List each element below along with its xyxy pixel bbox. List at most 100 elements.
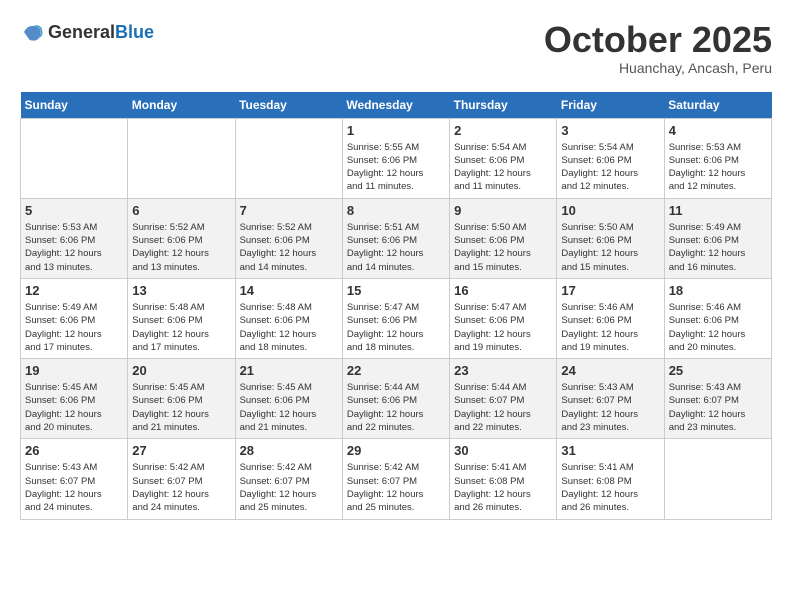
calendar-cell: 17 Sunrise: 5:46 AM Sunset: 6:06 PM Dayli… bbox=[557, 278, 664, 358]
day-number: 30 bbox=[454, 443, 552, 458]
day-number: 2 bbox=[454, 123, 552, 138]
day-detail: Sunrise: 5:45 AM Sunset: 6:06 PM Dayligh… bbox=[132, 381, 230, 434]
calendar-subtitle: Huanchay, Ancash, Peru bbox=[544, 60, 772, 76]
day-number: 10 bbox=[561, 203, 659, 218]
day-number: 29 bbox=[347, 443, 445, 458]
calendar-cell: 18 Sunrise: 5:46 AM Sunset: 6:06 PM Dayli… bbox=[664, 278, 771, 358]
calendar-week-row: 5 Sunrise: 5:53 AM Sunset: 6:06 PM Daylig… bbox=[21, 198, 772, 278]
day-detail: Sunrise: 5:45 AM Sunset: 6:06 PM Dayligh… bbox=[25, 381, 123, 434]
day-number: 22 bbox=[347, 363, 445, 378]
day-number: 16 bbox=[454, 283, 552, 298]
calendar-cell bbox=[664, 439, 771, 519]
day-detail: Sunrise: 5:42 AM Sunset: 6:07 PM Dayligh… bbox=[132, 461, 230, 514]
weekday-header-saturday: Saturday bbox=[664, 92, 771, 119]
day-detail: Sunrise: 5:44 AM Sunset: 6:06 PM Dayligh… bbox=[347, 381, 445, 434]
calendar-cell: 1 Sunrise: 5:55 AM Sunset: 6:06 PM Daylig… bbox=[342, 118, 449, 198]
day-detail: Sunrise: 5:45 AM Sunset: 6:06 PM Dayligh… bbox=[240, 381, 338, 434]
day-detail: Sunrise: 5:53 AM Sunset: 6:06 PM Dayligh… bbox=[669, 141, 767, 194]
calendar-cell: 11 Sunrise: 5:49 AM Sunset: 6:06 PM Dayli… bbox=[664, 198, 771, 278]
day-number: 17 bbox=[561, 283, 659, 298]
day-detail: Sunrise: 5:49 AM Sunset: 6:06 PM Dayligh… bbox=[25, 301, 123, 354]
day-detail: Sunrise: 5:48 AM Sunset: 6:06 PM Dayligh… bbox=[132, 301, 230, 354]
day-number: 20 bbox=[132, 363, 230, 378]
page-header: General Blue October 2025 Huanchay, Anca… bbox=[20, 20, 772, 76]
calendar-cell: 30 Sunrise: 5:41 AM Sunset: 6:08 PM Dayli… bbox=[450, 439, 557, 519]
logo-blue-text: Blue bbox=[115, 22, 154, 43]
day-detail: Sunrise: 5:52 AM Sunset: 6:06 PM Dayligh… bbox=[132, 221, 230, 274]
logo: General Blue bbox=[20, 20, 154, 44]
calendar-cell: 9 Sunrise: 5:50 AM Sunset: 6:06 PM Daylig… bbox=[450, 198, 557, 278]
calendar-cell: 28 Sunrise: 5:42 AM Sunset: 6:07 PM Dayli… bbox=[235, 439, 342, 519]
day-number: 26 bbox=[25, 443, 123, 458]
day-number: 15 bbox=[347, 283, 445, 298]
day-detail: Sunrise: 5:42 AM Sunset: 6:07 PM Dayligh… bbox=[240, 461, 338, 514]
calendar-week-row: 1 Sunrise: 5:55 AM Sunset: 6:06 PM Daylig… bbox=[21, 118, 772, 198]
calendar-cell: 25 Sunrise: 5:43 AM Sunset: 6:07 PM Dayli… bbox=[664, 359, 771, 439]
calendar-week-row: 26 Sunrise: 5:43 AM Sunset: 6:07 PM Dayli… bbox=[21, 439, 772, 519]
day-detail: Sunrise: 5:46 AM Sunset: 6:06 PM Dayligh… bbox=[561, 301, 659, 354]
day-number: 25 bbox=[669, 363, 767, 378]
calendar-cell bbox=[235, 118, 342, 198]
weekday-header-friday: Friday bbox=[557, 92, 664, 119]
day-number: 21 bbox=[240, 363, 338, 378]
day-detail: Sunrise: 5:50 AM Sunset: 6:06 PM Dayligh… bbox=[454, 221, 552, 274]
day-detail: Sunrise: 5:43 AM Sunset: 6:07 PM Dayligh… bbox=[669, 381, 767, 434]
calendar-cell: 2 Sunrise: 5:54 AM Sunset: 6:06 PM Daylig… bbox=[450, 118, 557, 198]
calendar-cell bbox=[128, 118, 235, 198]
day-detail: Sunrise: 5:48 AM Sunset: 6:06 PM Dayligh… bbox=[240, 301, 338, 354]
day-number: 1 bbox=[347, 123, 445, 138]
day-number: 27 bbox=[132, 443, 230, 458]
calendar-table: SundayMondayTuesdayWednesdayThursdayFrid… bbox=[20, 92, 772, 520]
day-number: 19 bbox=[25, 363, 123, 378]
day-number: 13 bbox=[132, 283, 230, 298]
day-number: 6 bbox=[132, 203, 230, 218]
day-detail: Sunrise: 5:42 AM Sunset: 6:07 PM Dayligh… bbox=[347, 461, 445, 514]
logo-general-text: General bbox=[48, 22, 115, 43]
day-detail: Sunrise: 5:51 AM Sunset: 6:06 PM Dayligh… bbox=[347, 221, 445, 274]
calendar-cell: 16 Sunrise: 5:47 AM Sunset: 6:06 PM Dayli… bbox=[450, 278, 557, 358]
weekday-header-row: SundayMondayTuesdayWednesdayThursdayFrid… bbox=[21, 92, 772, 119]
day-detail: Sunrise: 5:50 AM Sunset: 6:06 PM Dayligh… bbox=[561, 221, 659, 274]
day-number: 28 bbox=[240, 443, 338, 458]
calendar-cell: 4Sunrise: 5:53 AM Sunset: 6:06 PM Daylig… bbox=[664, 118, 771, 198]
calendar-cell: 8Sunrise: 5:51 AM Sunset: 6:06 PM Daylig… bbox=[342, 198, 449, 278]
weekday-header-monday: Monday bbox=[128, 92, 235, 119]
day-number: 12 bbox=[25, 283, 123, 298]
calendar-cell: 5 Sunrise: 5:53 AM Sunset: 6:06 PM Daylig… bbox=[21, 198, 128, 278]
day-detail: Sunrise: 5:54 AM Sunset: 6:06 PM Dayligh… bbox=[454, 141, 552, 194]
day-detail: Sunrise: 5:44 AM Sunset: 6:07 PM Dayligh… bbox=[454, 381, 552, 434]
calendar-cell: 7Sunrise: 5:52 AM Sunset: 6:06 PM Daylig… bbox=[235, 198, 342, 278]
day-number: 31 bbox=[561, 443, 659, 458]
day-number: 9 bbox=[454, 203, 552, 218]
calendar-cell: 14Sunrise: 5:48 AM Sunset: 6:06 PM Dayli… bbox=[235, 278, 342, 358]
day-number: 11 bbox=[669, 203, 767, 218]
day-detail: Sunrise: 5:46 AM Sunset: 6:06 PM Dayligh… bbox=[669, 301, 767, 354]
calendar-cell: 6 Sunrise: 5:52 AM Sunset: 6:06 PM Daylig… bbox=[128, 198, 235, 278]
day-detail: Sunrise: 5:43 AM Sunset: 6:07 PM Dayligh… bbox=[25, 461, 123, 514]
calendar-cell: 20 Sunrise: 5:45 AM Sunset: 6:06 PM Dayli… bbox=[128, 359, 235, 439]
day-detail: Sunrise: 5:47 AM Sunset: 6:06 PM Dayligh… bbox=[454, 301, 552, 354]
day-number: 18 bbox=[669, 283, 767, 298]
calendar-cell: 12 Sunrise: 5:49 AM Sunset: 6:06 PM Dayli… bbox=[21, 278, 128, 358]
calendar-cell: 3Sunrise: 5:54 AM Sunset: 6:06 PM Daylig… bbox=[557, 118, 664, 198]
calendar-cell: 15Sunrise: 5:47 AM Sunset: 6:06 PM Dayli… bbox=[342, 278, 449, 358]
weekday-header-thursday: Thursday bbox=[450, 92, 557, 119]
calendar-week-row: 12 Sunrise: 5:49 AM Sunset: 6:06 PM Dayli… bbox=[21, 278, 772, 358]
calendar-title: October 2025 bbox=[544, 20, 772, 60]
day-detail: Sunrise: 5:49 AM Sunset: 6:06 PM Dayligh… bbox=[669, 221, 767, 274]
weekday-header-wednesday: Wednesday bbox=[342, 92, 449, 119]
calendar-cell: 13 Sunrise: 5:48 AM Sunset: 6:06 PM Dayli… bbox=[128, 278, 235, 358]
calendar-cell: 27 Sunrise: 5:42 AM Sunset: 6:07 PM Dayli… bbox=[128, 439, 235, 519]
day-number: 7 bbox=[240, 203, 338, 218]
day-detail: Sunrise: 5:41 AM Sunset: 6:08 PM Dayligh… bbox=[454, 461, 552, 514]
day-number: 23 bbox=[454, 363, 552, 378]
weekday-header-sunday: Sunday bbox=[21, 92, 128, 119]
day-detail: Sunrise: 5:53 AM Sunset: 6:06 PM Dayligh… bbox=[25, 221, 123, 274]
calendar-cell: 10 Sunrise: 5:50 AM Sunset: 6:06 PM Dayli… bbox=[557, 198, 664, 278]
day-detail: Sunrise: 5:54 AM Sunset: 6:06 PM Dayligh… bbox=[561, 141, 659, 194]
day-number: 5 bbox=[25, 203, 123, 218]
calendar-cell bbox=[21, 118, 128, 198]
day-detail: Sunrise: 5:43 AM Sunset: 6:07 PM Dayligh… bbox=[561, 381, 659, 434]
day-detail: Sunrise: 5:55 AM Sunset: 6:06 PM Dayligh… bbox=[347, 141, 445, 194]
calendar-week-row: 19 Sunrise: 5:45 AM Sunset: 6:06 PM Dayli… bbox=[21, 359, 772, 439]
